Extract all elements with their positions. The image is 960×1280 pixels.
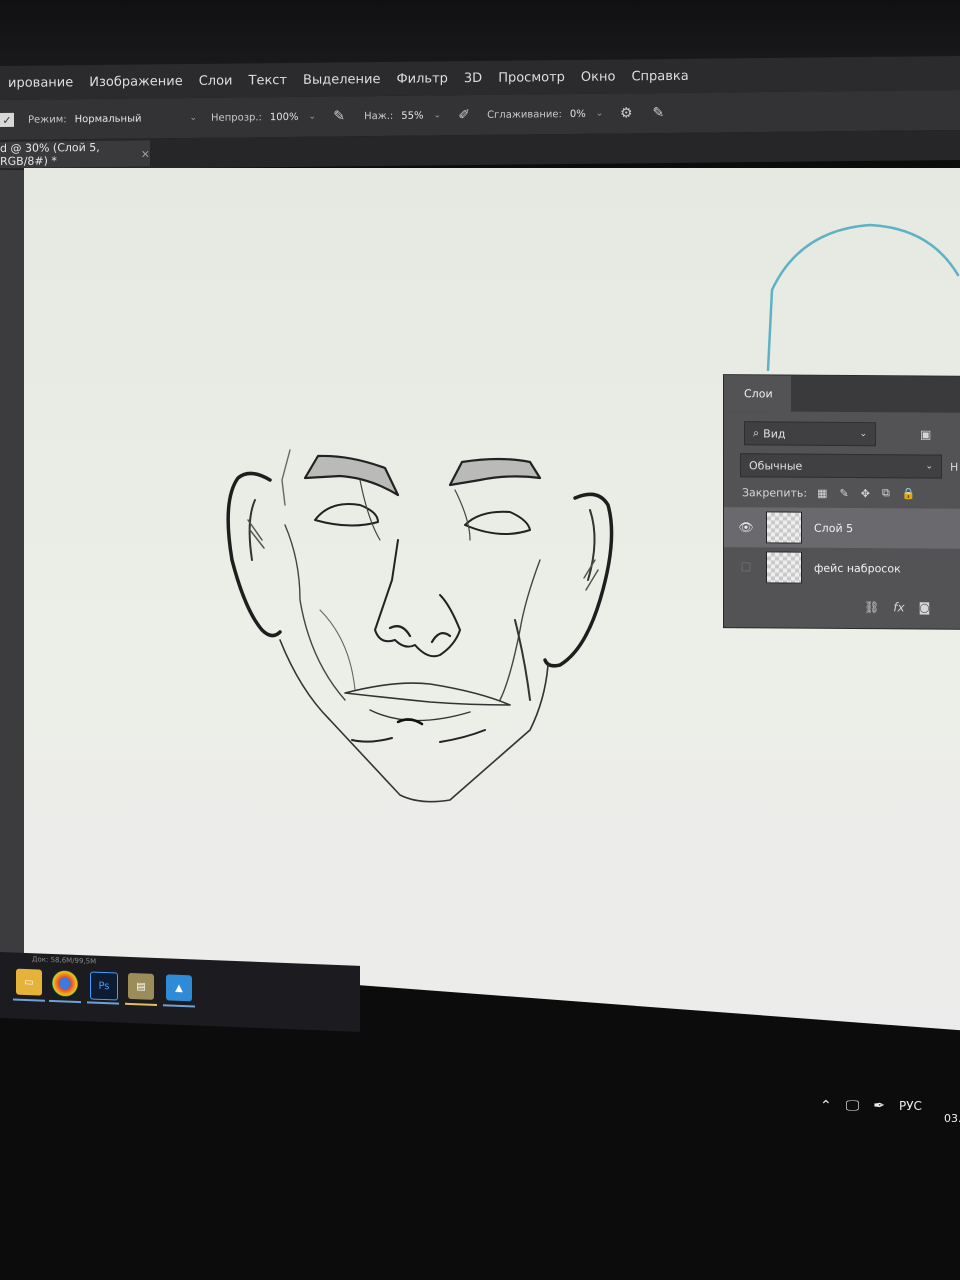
close-icon[interactable]: × [141,147,150,160]
pen-icon[interactable]: ✒ [873,1098,885,1114]
mode-select[interactable]: Нормальный [75,113,142,125]
search-icon: ⌕ [753,426,760,440]
flow-value[interactable]: 55% [401,110,423,121]
layer-name[interactable]: фейс набросок [814,561,901,575]
mode-label: Режим: [28,113,67,126]
smoothing-value[interactable]: 0% [570,108,586,119]
opacity-label-fragment: Н [950,460,959,474]
layer-row[interactable]: 👁 Слой 5 [724,507,960,549]
chrome-icon[interactable] [52,969,78,997]
eye-icon[interactable]: 👁 [734,520,758,534]
fx-icon[interactable]: fx [893,600,904,614]
blend-mode-value: Обычные [749,458,803,473]
lock-label: Закрепить: [742,485,808,500]
lock-paint-icon[interactable]: ✎ [840,486,849,499]
blend-mode-select[interactable]: Обычные ⌄ [740,453,942,479]
photos-icon[interactable]: ▲ [166,974,192,1002]
flow-label: Наж.: [364,110,394,122]
pressure-opacity-icon[interactable]: ✎ [330,107,348,125]
menu-item[interactable]: ирование [0,75,81,91]
airbrush-icon[interactable]: ✐ [455,106,473,124]
chevron-down-icon[interactable]: ⌄ [434,110,442,120]
link-layers-icon[interactable]: ⛓ [864,600,879,614]
chevron-down-icon[interactable]: ⌄ [596,109,604,119]
hidden-eye-icon[interactable]: ☐ [734,560,758,574]
date-text: 03. [944,1112,960,1125]
lock-position-icon[interactable]: ✥ [861,487,870,500]
taskbar: Док: 58,6M/99,5M ▭ Ps ▤ ▲ [0,952,360,1032]
app-icon[interactable]: ▤ [128,972,154,1000]
chevron-up-icon[interactable]: ⌃ [820,1098,832,1114]
active-indicator [163,1004,195,1008]
menu-item[interactable]: Просмотр [490,70,573,86]
status-text: Док: 58,6M/99,5M [32,955,97,966]
system-tray: ⌃ 🖵 ✒ РУС [820,1086,960,1126]
menu-item[interactable]: Окно [573,69,624,85]
file-explorer-icon[interactable]: ▭ [16,968,42,996]
lock-transparency-icon[interactable]: ▦ [817,486,827,499]
lock-all-icon[interactable]: 🔒 [902,487,916,500]
menu-item[interactable]: Справка [623,68,696,84]
menu-item[interactable]: Выделение [295,71,388,88]
opacity-label: Непрозр.: [211,111,262,124]
menu-item[interactable]: Текст [241,72,296,88]
menu-item[interactable]: Фильтр [388,71,455,87]
pressure-size-icon[interactable]: ✎ [649,104,667,122]
smoothing-label: Сглаживание: [487,108,562,121]
menu-item[interactable]: Слои [191,73,241,89]
layer-row[interactable]: ☐ фейс набросок [724,547,960,589]
chevron-down-icon: ⌄ [859,429,867,440]
opacity-value[interactable]: 100% [270,111,299,122]
menu-item[interactable]: Изображение [81,74,190,90]
gear-icon[interactable]: ⚙ [617,104,635,122]
layer-filter-select[interactable]: ⌕ Вид ⌄ [744,421,876,447]
photoshop-icon[interactable]: Ps [90,971,118,1001]
add-mask-icon[interactable]: ◙ [919,600,931,614]
chevron-down-icon[interactable]: ⌄ [189,113,197,123]
image-filter-icon[interactable]: ▣ [920,427,931,441]
tab-layers[interactable]: Слои [724,375,791,412]
chevron-down-icon: ⌄ [925,461,933,472]
chevron-down-icon[interactable]: ⌄ [309,112,317,122]
active-indicator [125,1002,157,1007]
layer-thumbnail [766,511,802,544]
active-indicator [13,998,45,1002]
active-indicator [87,1001,119,1005]
lock-artboard-icon[interactable]: ⧉ [882,486,890,500]
document-tab[interactable]: d @ 30% (Слой 5, RGB/8#) * × [0,140,150,168]
layers-panel-header: Слои [724,375,960,413]
layer-thumbnail [766,551,802,584]
layers-panel: Слои ⌕ Вид ⌄ ▣ Обычные ⌄ Н Закрепить: ▦ … [724,375,960,629]
network-icon[interactable]: 🖵 [846,1098,860,1114]
active-indicator [49,999,81,1004]
layer-name[interactable]: Слой 5 [814,521,853,534]
language-indicator[interactable]: РУС [899,1099,922,1113]
menu-item[interactable]: 3D [456,70,490,85]
layer-filter-label: Вид [763,426,786,441]
document-tab-title: d @ 30% (Слой 5, RGB/8#) * [0,140,100,168]
brush-preset-icon[interactable]: ✓ [0,112,14,127]
